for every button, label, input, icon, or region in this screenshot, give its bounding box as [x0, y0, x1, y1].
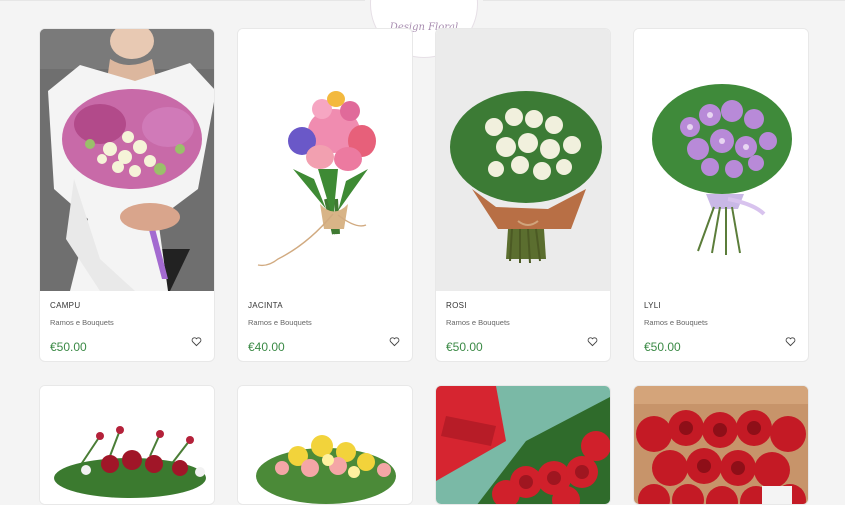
header-divider-left: [0, 0, 365, 1]
product-card[interactable]: [39, 385, 215, 505]
product-name[interactable]: LYLI: [644, 301, 798, 310]
product-image-lyli[interactable]: [634, 29, 809, 291]
product-name[interactable]: JACINTA: [248, 301, 402, 310]
product-category: Ramos e Bouquets: [50, 318, 114, 327]
product-price: €50.00: [446, 340, 483, 354]
product-card[interactable]: [633, 385, 809, 505]
product-category: Ramos e Bouquets: [248, 318, 312, 327]
product-image-rosi[interactable]: [436, 29, 611, 291]
product-price: €40.00: [248, 340, 285, 354]
product-category: Ramos e Bouquets: [446, 318, 510, 327]
heart-outline-icon[interactable]: [587, 336, 598, 347]
product-price: €50.00: [644, 340, 681, 354]
product-card[interactable]: [435, 385, 611, 505]
product-name[interactable]: ROSI: [446, 301, 600, 310]
product-image-jacinta[interactable]: [238, 29, 413, 291]
product-image-campu[interactable]: [40, 29, 215, 291]
product-image[interactable]: [40, 386, 215, 505]
product-name[interactable]: CAMPU: [50, 301, 204, 310]
heart-outline-icon[interactable]: [191, 336, 202, 347]
product-price: €50.00: [50, 340, 87, 354]
heart-outline-icon[interactable]: [785, 336, 796, 347]
product-info: ROSI Ramos e Bouquets €50.00: [446, 297, 600, 354]
product-info: CAMPU Ramos e Bouquets €50.00: [50, 297, 204, 354]
product-card-lyli[interactable]: LYLI Ramos e Bouquets €50.00: [633, 28, 809, 362]
product-card[interactable]: [237, 385, 413, 505]
header-divider-right: [483, 0, 845, 1]
heart-outline-icon[interactable]: [389, 336, 400, 347]
product-image[interactable]: [238, 386, 413, 505]
product-info: LYLI Ramos e Bouquets €50.00: [644, 297, 798, 354]
product-info: JACINTA Ramos e Bouquets €40.00: [248, 297, 402, 354]
product-image[interactable]: [436, 386, 611, 505]
product-category: Ramos e Bouquets: [644, 318, 708, 327]
product-card-campu[interactable]: CAMPU Ramos e Bouquets €50.00: [39, 28, 215, 362]
product-image[interactable]: [634, 386, 809, 505]
product-card-jacinta[interactable]: JACINTA Ramos e Bouquets €40.00: [237, 28, 413, 362]
product-card-rosi[interactable]: ROSI Ramos e Bouquets €50.00: [435, 28, 611, 362]
